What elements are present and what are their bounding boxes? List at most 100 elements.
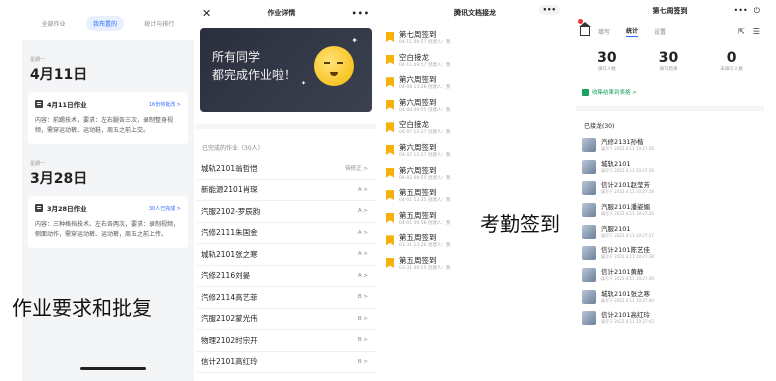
relay-item-title: 第六周签到 bbox=[399, 142, 437, 152]
list-item[interactable]: 第六周签到 04-08 09:55 创建人：我 bbox=[380, 94, 570, 117]
stat-unfilled: 0 未填写人数 bbox=[720, 50, 743, 72]
relay-item-meta: 04-08 13:26 创建人：我 bbox=[399, 85, 451, 91]
signed-section-label: 已接龙(30) bbox=[576, 106, 764, 134]
tab-all-homework[interactable]: 全部作业 bbox=[35, 16, 73, 31]
list-item[interactable]: 空白接龙 04-07 13:27 创建人：我 bbox=[380, 116, 570, 139]
avatar bbox=[582, 289, 596, 304]
list-item[interactable]: 汽修2111朱国金 A > bbox=[196, 223, 376, 244]
tab-fill[interactable]: 填写 bbox=[598, 27, 610, 36]
student-name: 汽修2116刘晏 bbox=[201, 271, 251, 281]
grade-label: A > bbox=[357, 186, 368, 193]
completed-count-link[interactable]: 30人已完成 > bbox=[149, 205, 181, 212]
list-item[interactable]: 第六周签到 04-08 13:26 创建人：我 bbox=[380, 71, 570, 94]
grade-label: A > bbox=[357, 229, 368, 236]
list-item[interactable]: 第六周签到 04-02 09:55 创建人：我 bbox=[380, 162, 570, 185]
list-item[interactable]: 第六周签到 04-02 13:27 创建人：我 bbox=[380, 139, 570, 162]
pending-review-link[interactable]: 16份待批改 > bbox=[149, 101, 181, 108]
list-item[interactable]: 城轨2101张之寒 A > bbox=[196, 244, 376, 266]
list-item[interactable]: 信计2101黄静 填写于 2022.4.11 10:27:39 bbox=[576, 264, 764, 286]
grade-label: B > bbox=[357, 315, 368, 322]
more-icon[interactable]: ••• bbox=[352, 9, 370, 18]
relay-item-meta: 04-02 13:27 创建人：我 bbox=[399, 152, 451, 158]
signer-name: 汽服2101潘姿媚 bbox=[601, 202, 651, 211]
home-icon[interactable] bbox=[578, 18, 591, 36]
caption-attendance: 考勤签到 bbox=[480, 208, 560, 237]
bookmark-icon bbox=[386, 235, 394, 246]
list-item[interactable]: 第五周签到 03-31 09:55 创建人：我 bbox=[380, 252, 570, 275]
tab-assigned-by-me[interactable]: 我布置的 bbox=[85, 15, 124, 31]
list-item[interactable]: 城轨2101 填写于 2022.4.11 10:27:26 bbox=[576, 156, 764, 178]
list-item[interactable]: 信计2101赵莹芳 填写于 2022.4.11 10:27:26 bbox=[576, 177, 764, 199]
tab-bar: 填写 统计 设置 ⇱ ☰ bbox=[576, 18, 764, 40]
tab-statistics[interactable]: 统计 bbox=[626, 26, 639, 37]
stat-results: 30 填写结果 bbox=[659, 50, 678, 72]
tab-stats-ranking[interactable]: 统计与排行 bbox=[137, 16, 181, 31]
stat-number: 30 bbox=[597, 50, 617, 66]
close-icon[interactable]: ✕ bbox=[202, 7, 211, 20]
spreadsheet-icon bbox=[582, 88, 589, 96]
signer-name: 汽服2101 bbox=[601, 224, 631, 233]
export-label: 收集结果到表格 > bbox=[592, 90, 637, 96]
list-item[interactable]: 汽修2131孙楷 填写于 2022.4.11 10:27:26 bbox=[576, 134, 764, 156]
list-item[interactable]: 汽修2114高艺菲 B > bbox=[196, 287, 376, 309]
relay-item-meta: 04-11 09:57 创建人：我 bbox=[399, 62, 451, 68]
signin-title: 第七周签到 bbox=[652, 7, 688, 15]
bookmark-icon bbox=[386, 190, 394, 201]
student-name: 城轨2101张之寒 bbox=[201, 249, 258, 259]
document-icon bbox=[35, 204, 43, 212]
power-icon[interactable]: ⏻ bbox=[754, 6, 760, 16]
list-item[interactable]: 第七周签到 04-11 09:57 创建人：我 bbox=[380, 26, 570, 49]
homework-detail-panel: ✕ 作业详情 ••• 所有同学 都完成作业啦！ ✦ ✦ 已完成的作业（30人） … bbox=[196, 0, 376, 381]
more-icon[interactable]: ••• bbox=[734, 6, 748, 16]
avatar bbox=[582, 202, 596, 217]
homework-card-body: 内容：三种格挡技术、左右各两次，要求：录制视频，侧面动作，需穿运动裤、运动裤，周… bbox=[35, 221, 180, 238]
relay-item-meta: 04-01 13:25 创建人：我 bbox=[399, 198, 451, 204]
bookmark-icon bbox=[386, 54, 394, 65]
homework-card[interactable]: 4月11日作业 16份待批改 > 内容：前踢技术，要求：左右腿各三次，录制整身视… bbox=[28, 92, 188, 144]
signer-time: 填写于 2022.4.11 10:27:26 bbox=[601, 189, 654, 195]
list-item[interactable]: 物理2102时宗开 B > bbox=[196, 330, 376, 352]
student-name: 汽修2111朱国金 bbox=[201, 228, 258, 238]
list-item[interactable]: 汽服2101潘姿媚 填写于 2022.4.11 10:27:26 bbox=[576, 199, 764, 221]
signer-name: 汽修2131孙楷 bbox=[601, 137, 644, 146]
relay-item-title: 第六周签到 bbox=[399, 97, 437, 107]
list-item[interactable]: 信计2101陈艺佳 填写于 2022.4.11 10:27:38 bbox=[576, 242, 764, 264]
notification-badge bbox=[578, 18, 583, 24]
list-item[interactable]: 新能源2101肖琛 A > bbox=[196, 180, 376, 201]
stats-summary: 30 填写人数 30 填写结果 0 未填写人数 bbox=[576, 50, 764, 72]
more-icon[interactable]: ••• bbox=[538, 5, 560, 15]
list-item[interactable]: 汽服2102-罗辰韵 A > bbox=[196, 201, 376, 223]
menu-icon[interactable]: ☰ bbox=[753, 27, 760, 36]
signer-name: 信计2101黄静 bbox=[601, 267, 644, 276]
bookmark-icon bbox=[386, 257, 394, 268]
export-to-sheet-link[interactable]: 收集结果到表格 > bbox=[582, 88, 764, 96]
list-item[interactable]: 第五周签到 04-01 13:25 创建人：我 bbox=[380, 184, 570, 207]
bookmark-icon bbox=[386, 122, 394, 133]
share-icon[interactable]: ⇱ bbox=[738, 27, 745, 36]
signer-time: 填写于 2022.4.11 10:27:38 bbox=[601, 254, 654, 260]
signer-name: 城轨2101 bbox=[601, 159, 631, 168]
sparkle-icon: ✦ bbox=[300, 80, 306, 87]
student-name: 新能源2101肖琛 bbox=[201, 185, 258, 195]
list-item[interactable]: 城轨2101张之寒 填写于 2022.4.11 10:27:40 bbox=[576, 286, 764, 308]
banner-line-1: 所有同学 bbox=[212, 50, 261, 64]
signer-time: 填写于 2022.4.11 10:27:37 bbox=[601, 232, 654, 238]
tencent-docs-relay-panel: 腾讯文档接龙 ••• 第七周签到 04-11 09:57 创建人：我 空白接龙 04… bbox=[380, 0, 570, 381]
grade-label: B > bbox=[357, 294, 368, 301]
stat-number: 0 bbox=[726, 50, 737, 66]
avatar bbox=[582, 137, 596, 152]
list-item[interactable]: 汽服2101 填写于 2022.4.11 10:27:37 bbox=[576, 221, 764, 243]
signer-time: 填写于 2022.4.11 10:27:43 bbox=[601, 319, 654, 325]
list-item[interactable]: 信计2101高红玲 B > bbox=[196, 352, 376, 373]
relay-item-title: 第五周签到 bbox=[399, 255, 437, 265]
list-item[interactable]: 汽修2116刘晏 A > bbox=[196, 266, 376, 287]
list-item[interactable]: 汽服2102蒙光伟 B > bbox=[196, 309, 376, 330]
tab-settings[interactable]: 设置 bbox=[654, 27, 666, 36]
weekday-label: 星期一 bbox=[30, 57, 46, 63]
list-item[interactable]: 空白接龙 04-11 09:57 创建人：我 bbox=[380, 49, 570, 72]
signin-stats-panel: 第七周签到 ••• ⏻ 填写 统计 设置 ⇱ ☰ 30 填写人数 30 填写结果 0… bbox=[576, 0, 764, 381]
homework-card[interactable]: 3月28日作业 30人已完成 > 内容：三种格挡技术、左右各两次，要求：录制视频… bbox=[28, 196, 188, 248]
list-item[interactable]: 信计2101高红玲 填写于 2022.4.11 10:27:43 bbox=[576, 308, 764, 330]
avatar bbox=[582, 181, 596, 196]
list-item[interactable]: 城轨2101翁哲恺 待修正 > bbox=[196, 158, 376, 180]
